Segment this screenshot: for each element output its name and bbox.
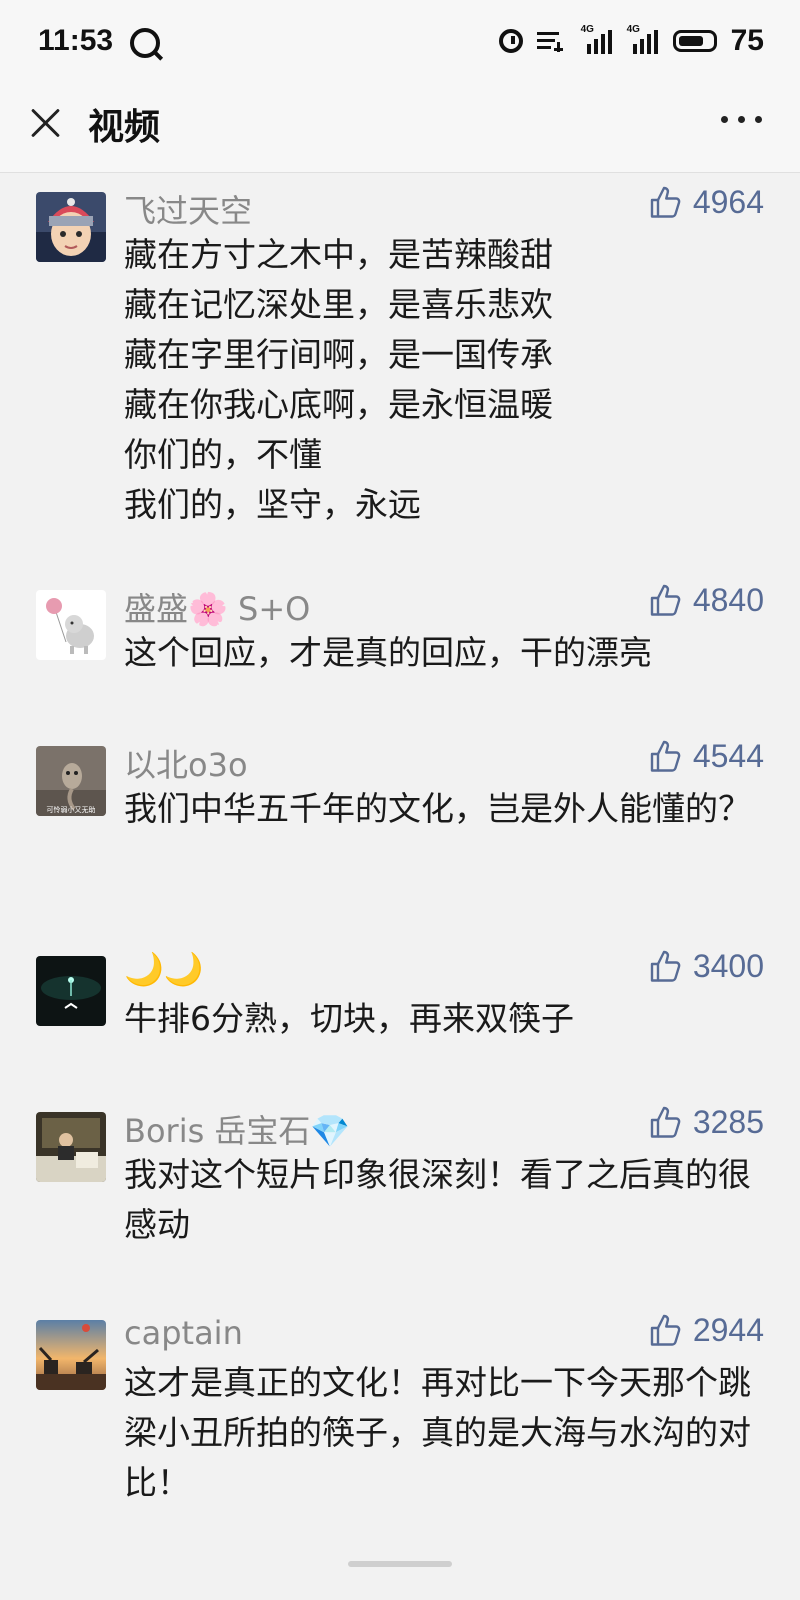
avatar[interactable] [36,192,106,262]
status-bar: 11:53 4G 4G 75 [0,0,800,84]
comment-text: 这个回应，才是真的回应，干的漂亮 [124,633,652,672]
like-count: 2944 [692,1312,764,1348]
header: 视频 [0,84,800,173]
comment-username[interactable]: 🌙🌙 [124,950,204,988]
comment-text: 我们中华五千年的文化，岂是外人能懂的？ [124,789,751,828]
signal-icon: 4G [627,24,659,54]
comment-text: 牛排6分熟，切块，再来双筷子 [124,999,574,1038]
comment-username[interactable]: 以北o3o [124,740,248,786]
like-button[interactable]: 2944 [649,1312,764,1349]
signal-icon: 4G [581,24,613,54]
status-time: 11:53 [38,24,114,57]
thumb-up-icon [650,584,681,616]
avatar[interactable]: 可怜弱小又无助 [36,746,106,816]
comment-text: 我对这个短片印象很深刻！看了之后真的很感动 [124,1155,751,1244]
like-count: 3400 [692,948,764,984]
avatar-caption: 可怜弱小又无助 [47,805,96,814]
like-count: 4964 [692,184,764,220]
comment-item: 可怜弱小又无助 以北o3o 4544 我们中华五千年的文化，岂是外人能懂的？ [0,726,800,926]
like-button[interactable]: 4840 [649,582,764,619]
like-count: 4544 [692,738,764,774]
more-icon[interactable] [721,116,762,123]
thumb-up-icon [650,740,681,772]
thumb-up-icon [650,1314,681,1346]
like-button[interactable]: 4544 [649,738,764,775]
signal-label: 4G [580,24,594,35]
thumb-up-icon [650,1106,681,1138]
avatar[interactable] [36,956,106,1026]
like-button[interactable]: 3400 [649,948,764,985]
comment-text: 这才是真正的文化！再对比一下今天那个跳梁小丑所拍的筷子，真的是大海与水沟的对比！ [124,1363,751,1502]
battery-percent: 75 [730,24,764,57]
close-icon[interactable] [28,104,64,140]
status-icons: 4G 4G 75 [498,24,764,58]
home-indicator[interactable] [348,1561,452,1567]
thumb-up-icon [650,186,681,218]
comment-item: 🌙🌙 3400 牛排6分熟，切块，再来双筷子 [0,936,800,1086]
comment-username[interactable]: 飞过天空 [124,186,252,232]
comment-username[interactable]: Boris 岳宝石💎 [124,1106,350,1152]
like-count: 3285 [692,1104,764,1140]
comment-username[interactable]: 盛盛🌸 S+O [124,584,310,630]
data-transfer-icon [536,30,567,52]
battery-icon [672,30,717,52]
like-count: 4840 [692,582,764,618]
thumb-up-icon [650,950,681,982]
search-app-icon [130,28,160,58]
avatar[interactable] [36,1112,106,1182]
like-button[interactable]: 4964 [649,184,764,221]
signal-label: 4G [626,24,640,35]
comment-item: 飞过天空 4964 藏在方寸之木中，是苦辣酸甜 藏在记忆深处里，是喜乐悲欢 藏在… [0,172,800,552]
avatar[interactable] [36,1320,106,1390]
alarm-icon [498,29,523,53]
avatar[interactable] [36,590,106,660]
comment-text: 藏在方寸之木中，是苦辣酸甜 藏在记忆深处里，是喜乐悲欢 藏在字里行间啊，是一国传… [124,235,553,524]
comment-username[interactable]: captain [124,1314,243,1352]
comment-item: Boris 岳宝石💎 3285 我对这个短片印象很深刻！看了之后真的很感动 [0,1092,800,1292]
battery-fill [678,36,703,46]
page-title: 视频 [88,107,161,148]
comment-item: 盛盛🌸 S+O 4840 这个回应，才是真的回应，干的漂亮 [0,570,800,720]
comment-item: captain 2944 这才是真正的文化！再对比一下今天那个跳梁小丑所拍的筷子… [0,1300,800,1560]
like-button[interactable]: 3285 [649,1104,764,1141]
